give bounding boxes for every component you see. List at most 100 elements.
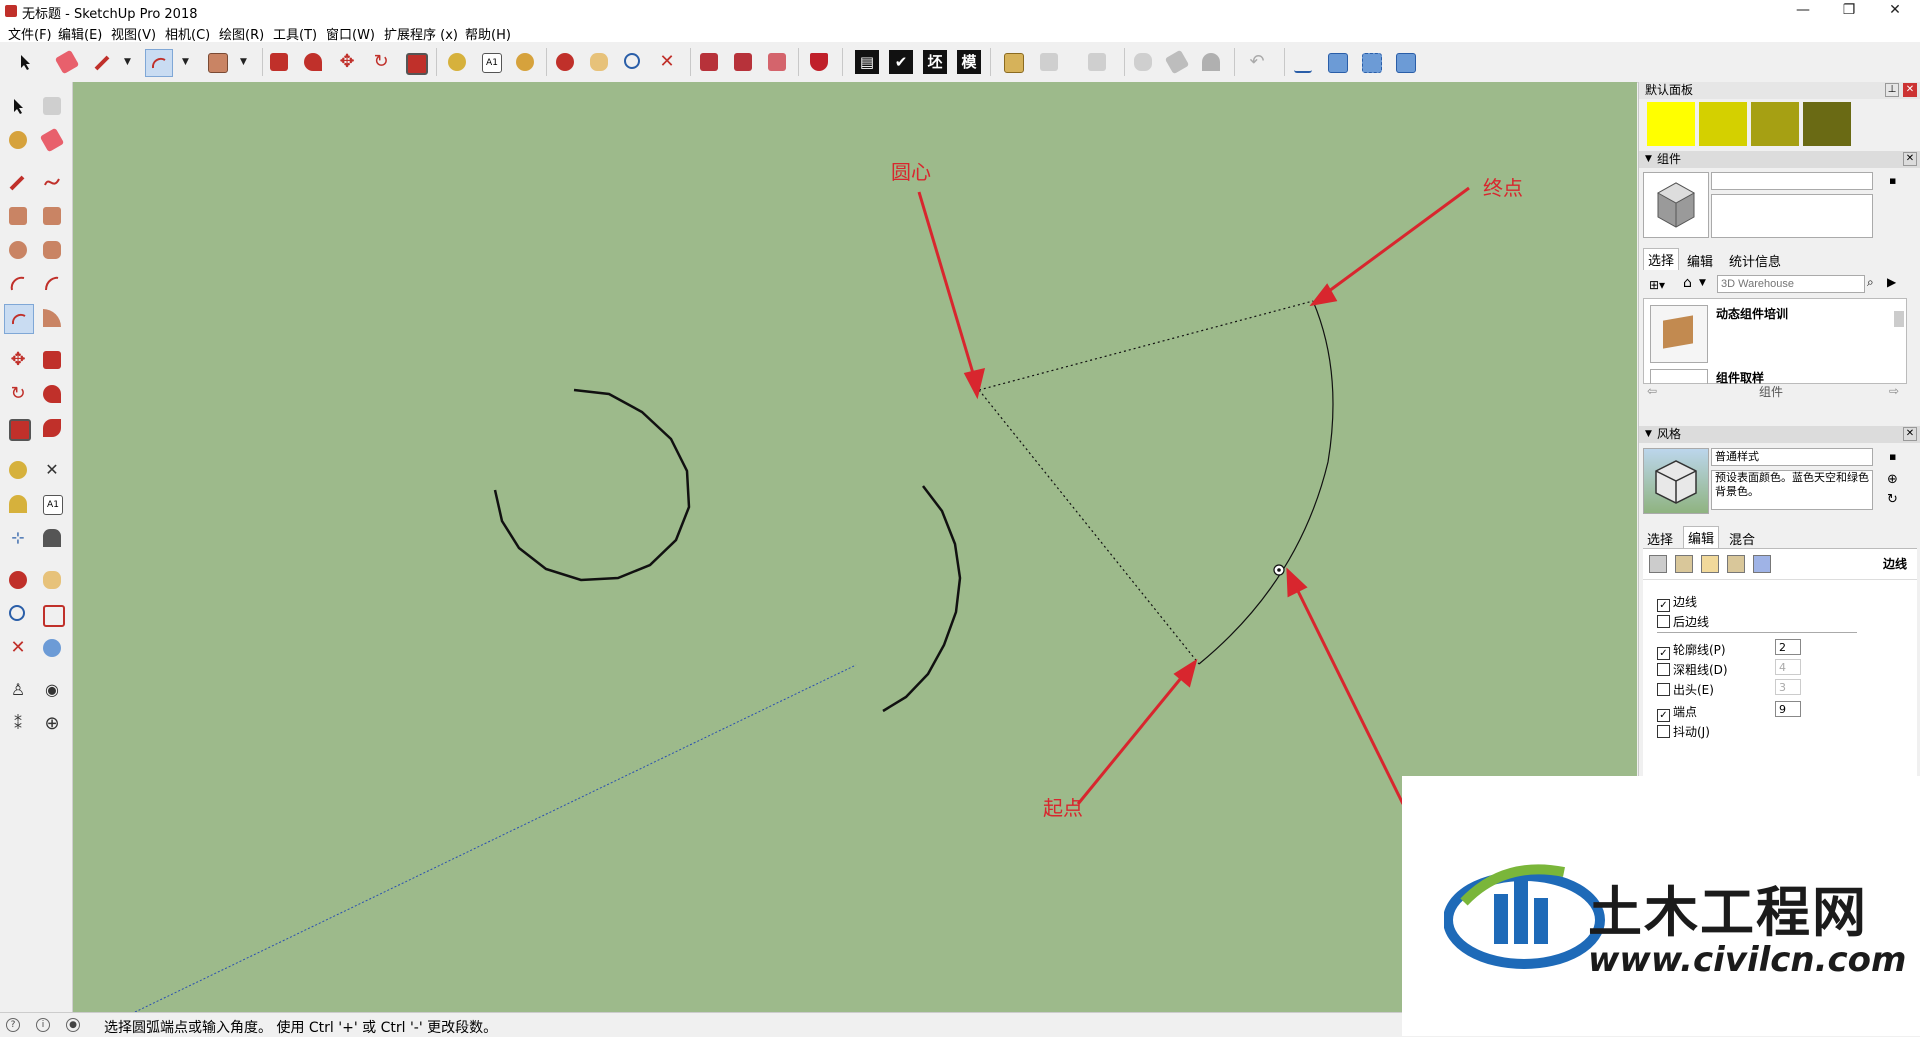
chevron-down-icon[interactable]: ▼ [124, 57, 131, 67]
face-settings-icon[interactable] [1675, 555, 1693, 573]
terrain-button[interactable] [1198, 49, 1224, 75]
menu-tools[interactable]: 工具(T) [273, 24, 317, 43]
styles-tab-mix[interactable]: 混合 [1725, 528, 1759, 549]
zoom-tool[interactable] [4, 600, 32, 628]
menu-help[interactable]: 帮助(H) [465, 24, 511, 43]
chevron-down-icon[interactable]: ▼ [240, 57, 247, 67]
rectangle-tool[interactable] [4, 202, 32, 230]
endpoints-input[interactable]: 9 [1775, 701, 1801, 717]
follow-me-tool-button[interactable] [300, 49, 326, 75]
view-options-icon[interactable]: ⊞▾ [1649, 278, 1665, 292]
material-swatch-4[interactable] [1803, 102, 1851, 146]
dimension-button[interactable] [1290, 49, 1316, 75]
zoom-button[interactable] [620, 49, 646, 75]
create-style-icon[interactable]: ⊕ [1887, 472, 1898, 487]
profiles-width-input[interactable]: 2 [1775, 639, 1801, 655]
component-name-field[interactable] [1711, 172, 1873, 190]
option-back-edges[interactable]: 后边线 [1657, 613, 1709, 630]
toolbar-text-button-3[interactable]: 坯 [922, 49, 948, 75]
component-item-2[interactable]: 组件取样 [1716, 369, 1764, 386]
menu-edit[interactable]: 编辑(E) [58, 24, 102, 43]
push-pull-tool[interactable] [38, 346, 66, 374]
depth-cue-input[interactable]: 4 [1775, 659, 1801, 675]
pan-button[interactable] [586, 49, 612, 75]
look-around-tool[interactable]: ◉ [38, 676, 66, 704]
close-icon[interactable]: ✕ [1903, 152, 1917, 166]
iso-view-button[interactable] [1324, 49, 1350, 75]
arc-tool[interactable] [4, 270, 32, 298]
offset-tool[interactable] [38, 414, 66, 442]
solid-tools-button[interactable] [1130, 49, 1156, 75]
pan-tool[interactable] [38, 566, 66, 594]
components-tab-edit[interactable]: 编辑 [1683, 250, 1717, 271]
close-icon[interactable]: ✕ [1903, 427, 1917, 441]
select-tool-button[interactable] [12, 49, 38, 75]
pin-icon[interactable]: ⊥ [1885, 83, 1899, 97]
toolbar-text-button-4[interactable]: 模 [956, 49, 982, 75]
circle-tool[interactable] [4, 236, 32, 264]
arc-tool-button[interactable] [145, 49, 173, 77]
axes-tool[interactable]: ⊹ [4, 524, 32, 552]
rotate-tool[interactable]: ↻ [4, 380, 32, 408]
option-edges[interactable]: ✓ 边线 [1657, 593, 1697, 612]
rectangle-tool-button[interactable] [204, 49, 230, 75]
close-button[interactable]: ✕ [1872, 0, 1918, 22]
checkbox-checked-icon[interactable]: ✓ [1657, 647, 1670, 660]
user-icon[interactable]: ● [66, 1018, 80, 1032]
option-jitter[interactable]: 抖动(J) [1657, 723, 1710, 740]
walk-tool[interactable]: ⁑ [4, 710, 32, 738]
paint-tool[interactable] [4, 126, 32, 154]
line-tool[interactable] [4, 168, 32, 196]
nav-back-icon[interactable]: ⇦ [1647, 384, 1657, 398]
checkbox-icon[interactable] [1657, 663, 1670, 676]
checkbox-checked-icon[interactable]: ✓ [1657, 599, 1670, 612]
extension-warehouse-button[interactable] [806, 49, 832, 75]
share-component-button[interactable] [764, 49, 790, 75]
option-endpoints[interactable]: ✓ 端点 [1657, 703, 1697, 722]
background-settings-icon[interactable] [1701, 555, 1719, 573]
styles-tab-select[interactable]: 选择 [1643, 528, 1677, 549]
component-item-1[interactable]: 动态组件培训 [1716, 305, 1788, 322]
undo-button[interactable]: ↶ [1244, 49, 1270, 75]
eraser-tool-button[interactable] [54, 49, 80, 75]
share-model-button[interactable] [730, 49, 756, 75]
checkbox-checked-icon[interactable]: ✓ [1657, 709, 1670, 722]
arrow-right-icon[interactable]: ▶ [1887, 275, 1896, 289]
geo-location-icon[interactable]: ? [6, 1018, 20, 1032]
three-point-arc-tool[interactable] [4, 304, 34, 334]
extension-input[interactable]: 3 [1775, 679, 1801, 695]
chevron-down-icon[interactable]: ▼ [1699, 278, 1706, 288]
rotated-rectangle-tool[interactable] [38, 202, 66, 230]
text-tool-button[interactable]: A1 [478, 49, 504, 75]
top-view-button[interactable] [1358, 49, 1384, 75]
checkbox-icon[interactable] [1657, 725, 1670, 738]
components-tab-select[interactable]: 选择 [1643, 248, 1680, 270]
menu-file[interactable]: 文件(F) [8, 24, 52, 43]
dimension-tool[interactable]: ✕ [38, 456, 66, 484]
text-tool[interactable]: A1 [38, 490, 66, 518]
orbit-button[interactable] [552, 49, 578, 75]
search-icon[interactable]: ⌕ [1867, 275, 1874, 290]
menu-draw[interactable]: 绘图(R) [219, 24, 264, 43]
zoom-extents-button[interactable]: ✕ [654, 49, 680, 75]
make-component-tool[interactable] [38, 92, 66, 120]
minimize-button[interactable]: — [1780, 0, 1826, 22]
select-tool[interactable] [4, 92, 32, 120]
close-icon[interactable]: ✕ [1903, 83, 1917, 97]
menu-view[interactable]: 视图(V) [111, 24, 156, 43]
maximize-button[interactable]: ❐ [1826, 0, 1872, 22]
front-view-button[interactable] [1392, 49, 1418, 75]
follow-me-tool[interactable] [38, 380, 66, 408]
menu-extensions[interactable]: 扩展程序 (x) [384, 24, 458, 43]
components-tab-statistics[interactable]: 统计信息 [1725, 250, 1785, 271]
layout-button[interactable] [1000, 49, 1026, 75]
toolbar-text-button-2[interactable]: ✔ [888, 49, 914, 75]
push-pull-tool-button[interactable] [266, 49, 292, 75]
menu-window[interactable]: 窗口(W) [326, 24, 375, 43]
component-description-field[interactable] [1711, 194, 1873, 238]
edge-settings-icon[interactable] [1649, 555, 1667, 573]
checkbox-icon[interactable] [1657, 615, 1670, 628]
components-panel-title[interactable]: 组件 ▼ ✕ [1639, 151, 1920, 168]
material-swatch-2[interactable] [1699, 102, 1747, 146]
tape-measure-tool[interactable] [4, 456, 32, 484]
